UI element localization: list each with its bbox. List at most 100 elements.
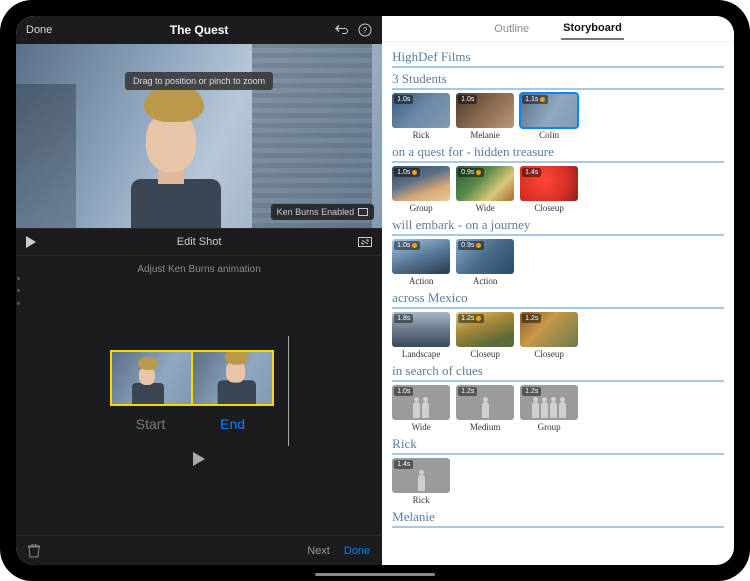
storyboard-scroll[interactable]: HighDef Films3 Students1.0sRick1.0sMelan… xyxy=(382,42,734,565)
clip-thumbnail[interactable]: 1.4s xyxy=(520,166,578,201)
clip[interactable]: 1.1s Colin xyxy=(520,93,578,140)
clip-label: Rick xyxy=(413,495,430,505)
clip[interactable]: 1.0sWide xyxy=(392,385,450,432)
clip-thumbnail[interactable]: 0.9s xyxy=(456,239,514,274)
clip-duration: 1.0s xyxy=(394,241,420,250)
section-title[interactable]: in search of clues xyxy=(392,363,724,382)
clip[interactable]: 1.8s Landscape xyxy=(392,312,450,359)
clip-thumbnail[interactable]: 1.0s xyxy=(456,93,514,128)
clip-label: Closeup xyxy=(534,203,564,213)
clip[interactable]: 1.2s Closeup xyxy=(456,312,514,359)
tab-outline[interactable]: Outline xyxy=(492,19,531,39)
section-title[interactable]: 3 Students xyxy=(392,71,724,90)
clip-thumbnail[interactable]: 1.1s xyxy=(520,93,578,128)
clip-thumbnail[interactable]: 1.4s xyxy=(392,458,450,493)
section-title[interactable]: across Mexico xyxy=(392,290,724,309)
clip-label: Melanie xyxy=(470,130,500,140)
clip-duration: 1.1s xyxy=(522,95,548,104)
clip[interactable]: 1.2s Medium xyxy=(456,385,514,432)
clip-label: Group xyxy=(410,203,433,213)
clip-thumbnail[interactable]: 1.8s xyxy=(392,312,450,347)
help-icon[interactable]: ? xyxy=(358,23,372,37)
section-title[interactable]: on a quest for - hidden treasure xyxy=(392,144,724,163)
clip-duration: 1.2s xyxy=(458,314,484,323)
clip[interactable]: 0.9s Wide xyxy=(456,166,514,213)
done-edit-button[interactable]: Done xyxy=(344,545,370,557)
clip-thumbnail[interactable]: 1.2s xyxy=(456,385,514,420)
section-title[interactable]: HighDef Films xyxy=(392,49,724,68)
clip[interactable]: 1.4s Closeup xyxy=(520,166,578,213)
clip[interactable]: 1.4s Rick xyxy=(392,458,450,505)
preview-viewport[interactable]: Drag to position or pinch to zoom Ken Bu… xyxy=(16,44,382,228)
clip-duration: 1.0s xyxy=(394,168,420,177)
clip-row: 1.0s Group 0.9s Wide 1.4s Closeup xyxy=(392,166,724,213)
play-icon[interactable] xyxy=(26,236,36,248)
clip[interactable]: 1.0s Group xyxy=(392,166,450,213)
fullscreen-icon[interactable] xyxy=(358,237,372,247)
kenburns-start-frame[interactable] xyxy=(110,350,192,406)
clip-label: Group xyxy=(538,422,561,432)
clip-label: Action xyxy=(409,276,434,286)
section-title[interactable]: will embark - on a journey xyxy=(392,217,724,236)
clip-thumbnail[interactable]: 1.2s xyxy=(520,385,578,420)
clip-label: Closeup xyxy=(470,349,500,359)
clip-label: Action xyxy=(473,276,498,286)
clip-label: Closeup xyxy=(534,349,564,359)
clip-thumbnail[interactable]: 1.0s xyxy=(392,385,450,420)
clip-row: 1.0s Action 0.9s Action xyxy=(392,239,724,286)
clip[interactable]: 1.0s Melanie xyxy=(456,93,514,140)
clip-duration: 1.2s xyxy=(522,314,541,323)
clip-thumbnail[interactable]: 1.0s xyxy=(392,166,450,201)
zoom-tooltip: Drag to position or pinch to zoom xyxy=(125,72,273,90)
playhead-line[interactable] xyxy=(288,336,289,446)
edit-shot-label: Edit Shot xyxy=(177,236,222,248)
section-title[interactable]: Rick xyxy=(392,436,724,455)
kenburns-editor: Start End xyxy=(16,277,382,535)
editor-pane: Done The Quest ? Drag to position or pin… xyxy=(16,16,382,565)
clip-duration: 1.0s xyxy=(458,95,477,104)
clip-thumbnail[interactable]: 1.0s xyxy=(392,93,450,128)
clip-label: Wide xyxy=(476,203,495,213)
storyboard-pane: Outline Storyboard HighDef Films 3 Studen… xyxy=(382,16,734,565)
section-title[interactable]: Melanie xyxy=(392,509,724,528)
clip-thumbnail[interactable]: 0.9s xyxy=(456,166,514,201)
clip[interactable]: 1.2s Closeup xyxy=(520,312,578,359)
next-button[interactable]: Next xyxy=(307,545,330,557)
clip-duration: 0.9s xyxy=(458,241,484,250)
clip-label: Colin xyxy=(539,130,559,140)
trash-icon[interactable] xyxy=(28,544,40,558)
clip-label: Medium xyxy=(470,422,501,432)
clip[interactable]: 1.0sRick xyxy=(392,93,450,140)
start-label[interactable]: Start xyxy=(136,416,166,432)
clip-thumbnail[interactable]: 1.0s xyxy=(392,239,450,274)
clip-thumbnail[interactable]: 1.2s xyxy=(520,312,578,347)
ipad-frame: Done The Quest ? Drag to position or pin… xyxy=(0,0,750,581)
kenburns-subtitle: Adjust Ken Burns animation xyxy=(16,256,382,277)
home-indicator[interactable] xyxy=(315,573,435,576)
end-label[interactable]: End xyxy=(220,416,245,432)
project-title: The Quest xyxy=(170,23,229,37)
clip-duration: 1.8s xyxy=(394,314,413,323)
tab-storyboard[interactable]: Storyboard xyxy=(561,18,624,40)
edit-toolbar: Edit Shot xyxy=(16,228,382,256)
clip-row: 1.4s Rick xyxy=(392,458,724,505)
clip-thumbnail[interactable]: 1.2s xyxy=(456,312,514,347)
clip[interactable]: 0.9s Action xyxy=(456,239,514,286)
play-kenburns-icon[interactable] xyxy=(193,452,205,466)
kenburns-badge: Ken Burns Enabled xyxy=(271,204,375,220)
screen: Done The Quest ? Drag to position or pin… xyxy=(16,16,734,565)
clip-duration: 0.9s xyxy=(458,168,484,177)
clip[interactable]: 1.2s Group xyxy=(520,385,578,432)
done-button[interactable]: Done xyxy=(26,24,52,36)
split-handle[interactable] xyxy=(17,277,20,305)
clip[interactable]: 1.0s Action xyxy=(392,239,450,286)
svg-text:?: ? xyxy=(363,26,368,35)
clip-duration: 1.0s xyxy=(394,95,413,104)
clip-duration: 1.4s xyxy=(522,168,541,177)
undo-icon[interactable] xyxy=(334,24,348,36)
clip-row: 1.8s Landscape 1.2s Closeup 1.2s Closeup xyxy=(392,312,724,359)
kenburns-end-frame[interactable] xyxy=(192,350,274,406)
clip-label: Landscape xyxy=(402,349,440,359)
kenburns-crop-icon xyxy=(358,208,368,216)
view-tabs: Outline Storyboard xyxy=(382,16,734,42)
